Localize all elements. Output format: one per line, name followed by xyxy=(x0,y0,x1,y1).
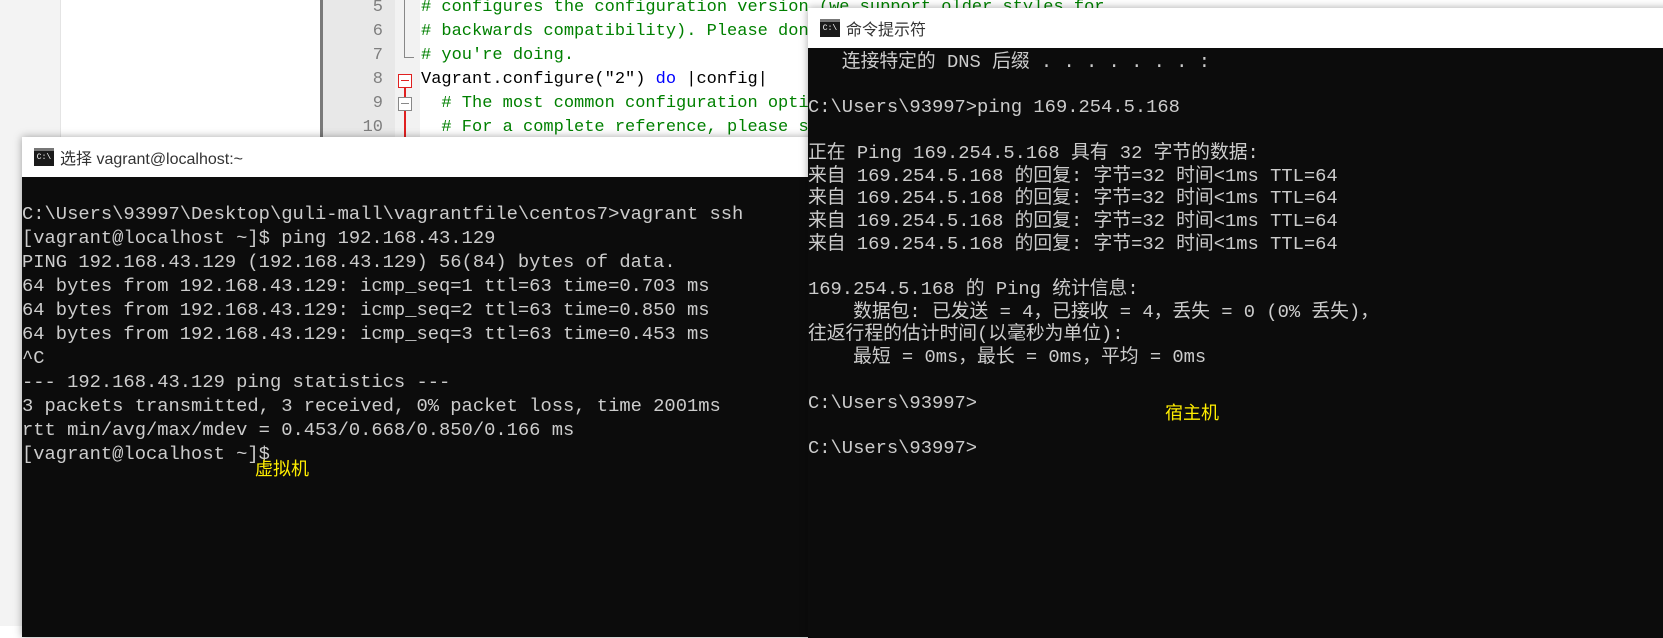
fold-guide-end xyxy=(404,57,414,58)
line-number: 5 xyxy=(372,0,383,17)
fold-toggle-icon[interactable] xyxy=(398,97,412,111)
code-line: Vagrant.configure("2") do |config| xyxy=(421,68,768,92)
terminal-line: 来自 169.254.5.168 的回复: 字节=32 时间<1ms TTL=6… xyxy=(808,209,1338,232)
code-text: |config| xyxy=(676,70,768,89)
fold-toggle-icon[interactable] xyxy=(398,74,412,88)
terminal-line: PING 192.168.43.129 (192.168.43.129) 56(… xyxy=(22,251,676,273)
terminal-line: 64 bytes from 192.168.43.129: icmp_seq=2… xyxy=(22,299,710,321)
terminal-line: C:\Users\93997> xyxy=(808,391,978,414)
window-title: 命令提示符 xyxy=(846,22,927,39)
line-number: 8 xyxy=(372,70,383,89)
terminal-line: C:\Users\93997>ping 169.254.5.168 xyxy=(808,96,1180,119)
terminal-line: 169.254.5.168 的 Ping 统计信息: xyxy=(808,278,1139,300)
host-annotation: 宿主机 xyxy=(1165,403,1219,424)
keyword: do xyxy=(655,70,677,89)
code-text: Vagrant.configure("2") xyxy=(421,70,656,89)
terminal-line: 64 bytes from 192.168.43.129: icmp_seq=3… xyxy=(22,323,710,345)
vm-annotation: 虚拟机 xyxy=(255,459,309,480)
fold-guide xyxy=(404,0,405,58)
terminal-line: [vagrant@localhost ~]$ xyxy=(22,443,270,465)
terminal-line: C:\Users\93997> xyxy=(808,436,978,459)
terminal-line: rtt min/avg/max/mdev = 0.453/0.668/0.850… xyxy=(22,419,575,441)
title-bar[interactable]: C:\ 命令提示符 xyxy=(808,8,1663,48)
terminal-output[interactable]: 连接特定的 DNS 后缀 . . . . . . . : C:\Users\939… xyxy=(808,48,1663,638)
terminal-line: 64 bytes from 192.168.43.129: icmp_seq=1… xyxy=(22,275,710,297)
terminal-line: 数据包: 已发送 = 4，已接收 = 4，丢失 = 0 (0% 丢失)， xyxy=(808,300,1379,323)
terminal-line: ^C xyxy=(22,347,45,369)
terminal-output[interactable]: C:\Users\93997\Desktop\guli-mall\vagrant… xyxy=(22,177,822,637)
terminal-line: --- 192.168.43.129 ping statistics --- xyxy=(22,371,451,393)
cmd-icon: C:\ xyxy=(820,19,840,37)
terminal-line: 最短 = 0ms，最长 = 0ms，平均 = 0ms xyxy=(808,346,1207,369)
terminal-line: 正在 Ping 169.254.5.168 具有 32 字节的数据: xyxy=(808,141,1259,164)
terminal-line: 3 packets transmitted, 3 received, 0% pa… xyxy=(22,395,721,417)
terminal-line: 连接特定的 DNS 后缀 . . . . . . . : xyxy=(808,51,1210,73)
terminal-line: 来自 169.254.5.168 的回复: 字节=32 时间<1ms TTL=6… xyxy=(808,232,1338,255)
code-line: # you're doing. xyxy=(421,46,575,65)
terminal-line: 往返行程的估计时间(以毫秒为单位): xyxy=(808,323,1124,346)
line-number: 6 xyxy=(372,22,383,41)
title-bar[interactable]: C:\ 选择 vagrant@localhost:~ xyxy=(22,137,822,177)
terminal-line: [vagrant@localhost ~]$ ping 192.168.43.1… xyxy=(22,227,496,249)
line-number: 7 xyxy=(372,46,383,65)
window-title: 选择 vagrant@localhost:~ xyxy=(60,151,243,168)
terminal-line: 来自 169.254.5.168 的回复: 字节=32 时间<1ms TTL=6… xyxy=(808,164,1338,187)
host-terminal-window[interactable]: C:\ 命令提示符 连接特定的 DNS 后缀 . . . . . . . : C:… xyxy=(808,8,1663,638)
cmd-icon: C:\ xyxy=(34,148,54,166)
terminal-line: 来自 169.254.5.168 的回复: 字节=32 时间<1ms TTL=6… xyxy=(808,187,1338,210)
vm-terminal-window[interactable]: C:\ 选择 vagrant@localhost:~ C:\Users\9399… xyxy=(22,137,822,637)
line-number: 9 xyxy=(372,94,383,113)
terminal-line: C:\Users\93997\Desktop\guli-mall\vagrant… xyxy=(22,203,744,225)
